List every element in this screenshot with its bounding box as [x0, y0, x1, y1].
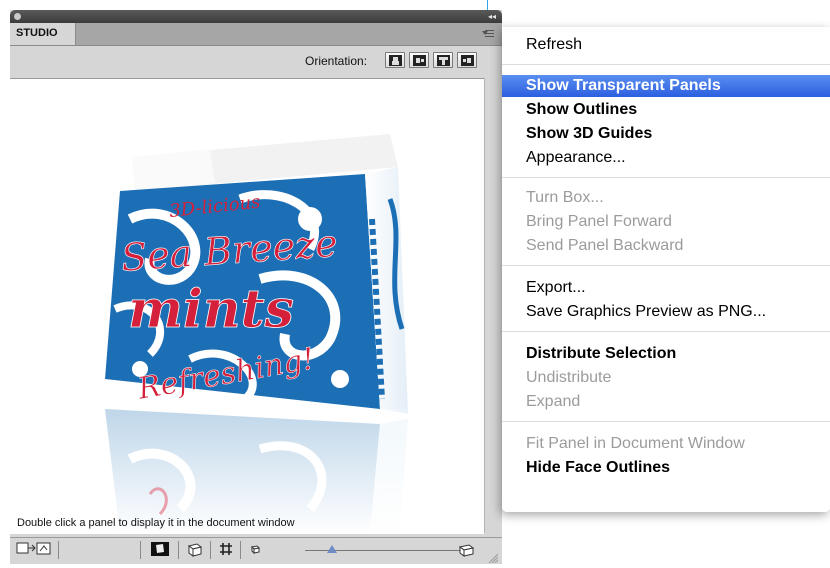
- context-menu: Refresh Show Transparent Panels Show Out…: [502, 27, 830, 512]
- separator: [210, 541, 211, 559]
- menu-separator: [502, 265, 830, 266]
- menu-separator: [502, 331, 830, 332]
- status-hint: Double click a panel to display it in th…: [17, 517, 295, 529]
- menu-item-fit-panel[interactable]: Fit Panel in Document Window: [502, 433, 830, 455]
- orientation-side-button[interactable]: [409, 52, 429, 68]
- zoom-slider-thumb[interactable]: [327, 545, 337, 553]
- menu-item-refresh[interactable]: Refresh: [502, 34, 830, 56]
- resize-grip-icon[interactable]: [486, 550, 499, 564]
- render-mode-icon[interactable]: [150, 541, 170, 557]
- menu-item-expand[interactable]: Expand: [502, 391, 830, 413]
- vertical-scrollbar[interactable]: [484, 78, 502, 533]
- menu-item-export[interactable]: Export...: [502, 277, 830, 299]
- orientation-top-button[interactable]: [433, 52, 453, 68]
- orientation-back-button[interactable]: [457, 52, 477, 68]
- menu-item-turn-box[interactable]: Turn Box...: [502, 187, 830, 209]
- menu-item-save-graphics-preview[interactable]: Save Graphics Preview as PNG...: [502, 301, 830, 323]
- panel-titlebar[interactable]: ◂◂: [10, 10, 502, 23]
- menu-item-show-transparent-panels[interactable]: Show Transparent Panels: [502, 75, 830, 97]
- tab-studio[interactable]: STUDIO: [10, 23, 76, 45]
- menu-item-send-panel-backward[interactable]: Send Panel Backward: [502, 235, 830, 257]
- orientation-toolbar: Orientation:: [10, 46, 502, 74]
- grid-icon[interactable]: [218, 541, 234, 557]
- zoom-out-icon[interactable]: [250, 541, 262, 557]
- panel-bottom-bar: [10, 537, 502, 564]
- place-panel-icon[interactable]: [16, 541, 52, 557]
- orientation-label: Orientation:: [305, 54, 368, 68]
- menu-item-hide-face-outlines[interactable]: Hide Face Outlines: [502, 457, 830, 479]
- menu-item-show-3d-guides[interactable]: Show 3D Guides: [502, 123, 830, 145]
- studio-panel: ◂◂ STUDIO Orientation: 3D-licious Sea Br…: [10, 10, 502, 564]
- menu-item-distribute-selection[interactable]: Distribute Selection: [502, 343, 830, 365]
- menu-separator: [502, 64, 830, 65]
- menu-separator: [502, 421, 830, 422]
- menu-item-show-outlines[interactable]: Show Outlines: [502, 99, 830, 121]
- menu-item-appearance[interactable]: Appearance...: [502, 147, 830, 169]
- separator: [178, 541, 179, 559]
- separator: [240, 541, 241, 559]
- artwork-line3: mints: [128, 279, 294, 340]
- panel-menu-icon[interactable]: [482, 28, 496, 40]
- close-icon[interactable]: [14, 13, 21, 20]
- menu-item-undistribute[interactable]: Undistribute: [502, 367, 830, 389]
- package-preview[interactable]: 3D-licious Sea Breeze mints Refreshing!: [10, 79, 484, 534]
- studio-viewport[interactable]: 3D-licious Sea Breeze mints Refreshing! …: [10, 78, 484, 534]
- zoom-in-icon[interactable]: [458, 541, 476, 557]
- menu-item-bring-panel-forward[interactable]: Bring Panel Forward: [502, 211, 830, 233]
- separator: [140, 541, 141, 559]
- orientation-front-button[interactable]: [385, 52, 405, 68]
- box-view-icon[interactable]: [186, 541, 204, 557]
- tab-strip: STUDIO: [10, 23, 502, 46]
- collapse-icon[interactable]: ◂◂: [488, 10, 496, 23]
- separator: [58, 541, 59, 559]
- menu-separator: [502, 177, 830, 178]
